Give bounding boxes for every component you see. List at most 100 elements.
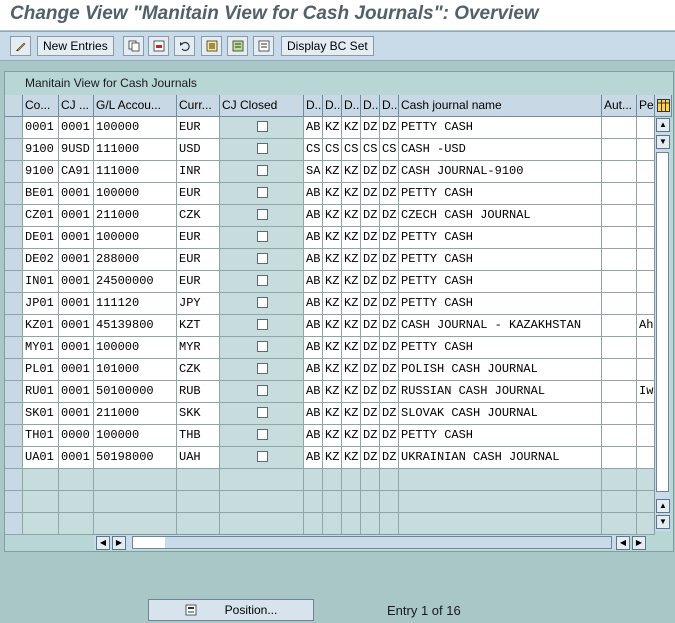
cell-authorization[interactable] — [602, 447, 637, 469]
column-header-currency[interactable]: Curr... — [177, 95, 220, 117]
column-header-doc-type-2[interactable]: D.. — [323, 95, 342, 117]
cell-doc-type-3[interactable]: KZ — [342, 117, 361, 139]
cell-cash-journal-name[interactable]: PETTY CASH — [399, 271, 602, 293]
cell-doc-type-3[interactable]: CS — [342, 139, 361, 161]
cell-doc-type-5[interactable]: DZ — [380, 403, 399, 425]
cell-person[interactable] — [637, 161, 655, 183]
cell-authorization[interactable] — [602, 403, 637, 425]
cj-closed-checkbox[interactable] — [257, 209, 268, 220]
cell-doc-type-2[interactable]: KZ — [323, 425, 342, 447]
cell-doc-type-1[interactable]: AB — [304, 227, 323, 249]
cell-gl-account[interactable]: 211000 — [94, 403, 177, 425]
cell-person[interactable] — [637, 403, 655, 425]
cell-doc-type-1[interactable]: AB — [304, 249, 323, 271]
display-bc-set-button[interactable]: Display BC Set — [281, 36, 374, 56]
cell-company-code[interactable]: TH01 — [23, 425, 59, 447]
cell-doc-type-3[interactable]: KZ — [342, 205, 361, 227]
cj-closed-checkbox[interactable] — [257, 253, 268, 264]
cell-person[interactable] — [637, 139, 655, 161]
select-all-rows-header[interactable] — [5, 95, 23, 117]
cell-doc-type-5[interactable]: DZ — [380, 249, 399, 271]
table-row[interactable]: DE01 0001 100000 EUR AB KZ KZ DZ DZ PETTY CASH — [5, 227, 655, 249]
cell-cash-journal-code[interactable]: 0001 — [59, 403, 94, 425]
cell-company-code[interactable]: DE01 — [23, 227, 59, 249]
cell-gl-account[interactable]: 101000 — [94, 359, 177, 381]
cell-doc-type-3[interactable]: KZ — [342, 381, 361, 403]
cell-cash-journal-name[interactable]: SLOVAK CASH JOURNAL — [399, 403, 602, 425]
cell-doc-type-1[interactable]: AB — [304, 337, 323, 359]
cell-cash-journal-code[interactable]: 0001 — [59, 315, 94, 337]
row-selector[interactable] — [5, 293, 23, 315]
cell-authorization[interactable] — [602, 161, 637, 183]
cell-doc-type-4[interactable]: DZ — [361, 315, 380, 337]
scroll-right-step-button[interactable]: ▶ — [112, 536, 126, 550]
cell-cash-journal-code[interactable]: 0001 — [59, 117, 94, 139]
cell-doc-type-4[interactable]: DZ — [361, 337, 380, 359]
cj-closed-checkbox[interactable] — [257, 143, 268, 154]
row-selector[interactable] — [5, 205, 23, 227]
cell-cash-journal-name[interactable]: PETTY CASH — [399, 117, 602, 139]
cell-gl-account[interactable]: 50100000 — [94, 381, 177, 403]
cell-gl-account[interactable]: 111000 — [94, 161, 177, 183]
cell-doc-type-1[interactable]: AB — [304, 293, 323, 315]
cell-doc-type-4[interactable]: DZ — [361, 227, 380, 249]
column-header-company-code[interactable]: Co... — [23, 95, 59, 117]
cell-doc-type-2[interactable]: KZ — [323, 403, 342, 425]
cell-doc-type-5[interactable]: DZ — [380, 183, 399, 205]
cell-company-code[interactable]: UA01 — [23, 447, 59, 469]
select-block-button[interactable] — [227, 36, 248, 56]
row-selector[interactable] — [5, 381, 23, 403]
cell-doc-type-5[interactable]: DZ — [380, 271, 399, 293]
cell-doc-type-5[interactable]: DZ — [380, 161, 399, 183]
cell-person[interactable]: Ah — [637, 315, 655, 337]
cell-doc-type-3[interactable]: KZ — [342, 337, 361, 359]
cell-cash-journal-name[interactable]: PETTY CASH — [399, 183, 602, 205]
cell-doc-type-5[interactable]: DZ — [380, 447, 399, 469]
cell-doc-type-4[interactable]: DZ — [361, 381, 380, 403]
cell-cash-journal-code[interactable]: 0001 — [59, 205, 94, 227]
cell-cash-journal-code[interactable]: 0001 — [59, 183, 94, 205]
cell-person[interactable]: Iwa — [637, 381, 655, 403]
cell-cash-journal-code[interactable]: 0001 — [59, 381, 94, 403]
cell-doc-type-2[interactable]: KZ — [323, 447, 342, 469]
cj-closed-checkbox[interactable] — [257, 165, 268, 176]
row-selector[interactable] — [5, 469, 23, 491]
cell-company-code[interactable]: 9100 — [23, 139, 59, 161]
column-header-doc-type-1[interactable]: D.. — [304, 95, 323, 117]
cell-cash-journal-name[interactable]: PETTY CASH — [399, 425, 602, 447]
cj-closed-checkbox[interactable] — [257, 231, 268, 242]
cell-cash-journal-name[interactable]: RUSSIAN CASH JOURNAL — [399, 381, 602, 403]
cell-authorization[interactable] — [602, 271, 637, 293]
table-row[interactable]: KZ01 0001 45139800 KZT AB KZ KZ DZ DZ CASH JOURNA… — [5, 315, 655, 337]
row-selector[interactable] — [5, 183, 23, 205]
cell-authorization[interactable] — [602, 315, 637, 337]
table-row[interactable]: TH01 0000 100000 THB AB KZ KZ DZ DZ PETTY CASH — [5, 425, 655, 447]
column-header-authorization[interactable]: Aut... — [602, 95, 637, 117]
cell-doc-type-3[interactable]: KZ — [342, 403, 361, 425]
cell-authorization[interactable] — [602, 139, 637, 161]
cell-doc-type-3[interactable]: KZ — [342, 425, 361, 447]
cell-person[interactable] — [637, 227, 655, 249]
cell-doc-type-2[interactable]: KZ — [323, 205, 342, 227]
select-all-button[interactable] — [201, 36, 222, 56]
cell-authorization[interactable] — [602, 249, 637, 271]
cell-gl-account[interactable]: 111120 — [94, 293, 177, 315]
cell-doc-type-5[interactable]: DZ — [380, 381, 399, 403]
cell-cash-journal-code[interactable]: 0001 — [59, 337, 94, 359]
undo-change-button[interactable] — [174, 36, 195, 56]
cell-currency[interactable]: CZK — [177, 205, 220, 227]
cell-company-code[interactable]: 9100 — [23, 161, 59, 183]
cell-company-code[interactable]: SK01 — [23, 403, 59, 425]
scroll-down-button[interactable]: ▼ — [656, 515, 670, 529]
cell-doc-type-1[interactable]: AB — [304, 403, 323, 425]
cj-closed-checkbox[interactable] — [257, 297, 268, 308]
cj-closed-checkbox[interactable] — [257, 341, 268, 352]
cell-gl-account[interactable]: 111000 — [94, 139, 177, 161]
cell-cash-journal-code[interactable]: 0001 — [59, 359, 94, 381]
cell-currency[interactable]: JPY — [177, 293, 220, 315]
table-row[interactable]: JP01 0001 111120 JPY AB KZ KZ DZ DZ PETTY CASH — [5, 293, 655, 315]
cell-doc-type-5[interactable]: DZ — [380, 117, 399, 139]
cell-person[interactable] — [637, 337, 655, 359]
cell-cash-journal-code[interactable]: 9USD — [59, 139, 94, 161]
cell-doc-type-2[interactable]: KZ — [323, 271, 342, 293]
